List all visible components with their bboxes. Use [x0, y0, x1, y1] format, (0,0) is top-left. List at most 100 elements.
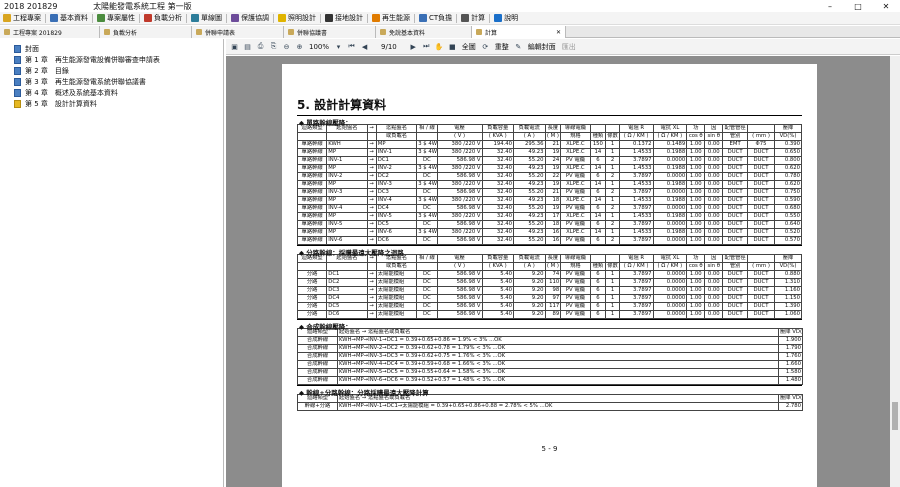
tab-basic-data[interactable]: 免說基本資料 — [376, 26, 472, 38]
prev-page-icon[interactable]: ◀ — [359, 41, 370, 52]
table-cell: 117 — [544, 302, 562, 311]
table-cell: 1.00 — [686, 172, 706, 181]
table-cell: 迴路類型 — [296, 254, 328, 263]
table-row: 單路幹線 INV-3 → DC3 DC 586.98 V 32.40 55.20 21 PV 電纜… — [296, 188, 802, 197]
menu-item[interactable]: 計算 — [458, 13, 488, 23]
table-cell: ( V ) — [436, 132, 483, 141]
zoom-in-icon[interactable]: ⊕ — [294, 41, 305, 52]
scroll-thumb[interactable] — [892, 402, 898, 430]
table-cell: DUCT — [747, 148, 775, 157]
table-cell: → — [366, 220, 377, 229]
menu-item[interactable]: CT負擔 — [416, 13, 455, 23]
table-cell: 太陽能模組 — [375, 302, 418, 311]
refresh-button[interactable]: 重整 — [495, 42, 509, 52]
table-cell: INV-4 — [326, 204, 368, 213]
table-cell: 1.00 — [686, 212, 706, 221]
table-cell: DC2 — [375, 172, 418, 181]
table-cell: DC — [416, 236, 438, 245]
refresh-icon[interactable]: ⟳ — [480, 41, 491, 52]
edit-icon[interactable]: ✎ — [513, 41, 524, 52]
menu-separator — [414, 13, 415, 23]
table-cell: 0.0000 — [652, 172, 688, 181]
menu-item[interactable]: 基本資料 — [47, 13, 91, 23]
table-cell: 0.570 — [774, 236, 802, 245]
menu-item[interactable]: 照明設計 — [275, 13, 319, 23]
table-row: 單路幹線 MP → INV-1 3 $ 4W 380 /220 V 32.40 49.23 19… — [296, 148, 802, 157]
menu-item-label: 保護協調 — [241, 14, 269, 22]
tree-item-cover[interactable]: 封面 — [0, 43, 223, 54]
zoom-level[interactable]: 100% — [309, 43, 329, 51]
tree-item-ch5[interactable]: 第 5 章 設計計算資料 — [0, 98, 223, 109]
menu-item[interactable]: 負載分析 — [141, 13, 185, 23]
edit-cover-button[interactable]: 編輯封面 — [528, 42, 556, 52]
menu-item[interactable]: 再生能源 — [369, 13, 413, 23]
vertical-scrollbar[interactable] — [890, 56, 900, 487]
table-cell: 3 $ 4W — [416, 148, 438, 157]
menu-separator — [139, 13, 140, 23]
table-cell: 55.20 — [513, 204, 546, 213]
table-cell: DC — [416, 302, 438, 311]
hand-tool-icon[interactable]: ✋ — [434, 41, 445, 52]
print-icon[interactable]: ⎙ — [255, 41, 266, 52]
save-icon[interactable]: ▣ — [229, 41, 240, 52]
table-cell: 49.23 — [513, 228, 546, 237]
close-window-button[interactable]: ✕ — [872, 0, 900, 12]
menu-item[interactable]: 接地設計 — [322, 13, 366, 23]
combined-table: 迴路類型起始盤名 → 迄點盤名或負載名壓降 VD(%)合成幹線KWH→MP→IN… — [297, 328, 803, 385]
table-cell: 19 — [544, 180, 562, 189]
menu-item[interactable]: 說明 — [491, 13, 521, 23]
tab-calculation[interactable]: 計算 ✕ — [472, 26, 566, 38]
tab-project[interactable]: 工程專案 201829 — [0, 26, 100, 38]
table-cell: 單路幹線 — [296, 236, 328, 245]
table-cell: EMT — [722, 140, 748, 149]
export-button[interactable]: 匯出 — [562, 42, 576, 52]
table-cell: 6 — [589, 172, 607, 181]
table-cell: 單路幹線 — [296, 180, 328, 189]
menu-separator — [456, 13, 458, 23]
menu-item[interactable]: 專案屬性 — [94, 13, 138, 23]
last-page-icon[interactable]: ⏭ — [421, 41, 432, 52]
menu-item[interactable]: 單線圖 — [188, 13, 225, 23]
table-cell — [296, 262, 328, 271]
menu-item[interactable]: 保護協調 — [228, 13, 272, 23]
table-cell: 導線電纜 — [560, 124, 591, 133]
table-cell: 0.0000 — [652, 204, 688, 213]
menu-item-label: 專案屬性 — [107, 14, 135, 22]
tree-item-ch4[interactable]: 第 4 章 概述及系統基本資料 — [0, 87, 223, 98]
open-icon[interactable]: ▤ — [242, 41, 253, 52]
first-page-icon[interactable]: ⏮ — [346, 41, 357, 52]
table-cell: KWH — [326, 140, 368, 149]
page-indicator[interactable]: 9/10 — [381, 43, 397, 51]
table-cell: 380 /220 V — [436, 148, 483, 157]
zoom-out-icon[interactable]: ⊖ — [281, 41, 292, 52]
tab-load-analysis[interactable]: 負載分析 — [100, 26, 192, 38]
tree-item-ch1[interactable]: 第 1 章 再生能源發電設備併聯審查申請表 — [0, 54, 223, 65]
table-row: 單路幹線 INV-4 → DC4 DC 586.98 V 32.40 55.20 19 PV 電纜… — [296, 204, 802, 213]
table-cell: 55.20 — [513, 172, 546, 181]
tab-grid-agreement[interactable]: 併聯協議書 — [284, 26, 376, 38]
chevron-down-icon[interactable]: ▾ — [333, 41, 344, 52]
maximize-button[interactable]: □ — [844, 0, 872, 12]
table-cell: 1.4533 — [618, 228, 654, 237]
table-cell: → — [366, 286, 377, 295]
tree-item-ch2[interactable]: 第 2 章 目錄 — [0, 65, 223, 76]
title-bar: 2018 201829 太陽能發電系統工程 第一版 – □ ✕ — [0, 0, 900, 12]
table-cell: PV 電纜 — [560, 156, 591, 165]
stop-icon[interactable]: ■ — [447, 41, 458, 52]
table-cell: 長度 — [544, 254, 562, 263]
table-cell: 規格 — [560, 132, 591, 141]
next-page-icon[interactable]: ▶ — [408, 41, 419, 52]
table-cell: 功 — [686, 254, 706, 263]
table-cell: INV-1 — [326, 156, 368, 165]
menu-item[interactable]: 工程專案 — [0, 13, 44, 23]
minimize-button[interactable]: – — [816, 0, 844, 12]
tab-grid-application[interactable]: 併聯申請表 — [192, 26, 284, 38]
table-cell: → — [366, 294, 377, 303]
tree-item-ch3[interactable]: 第 3 章 再生能源發電系統併聯協議書 — [0, 76, 223, 87]
table-cell: 1.480 — [778, 376, 803, 385]
fullscreen-button[interactable]: 全圖 — [462, 42, 476, 52]
table-cell: 32.40 — [481, 188, 514, 197]
close-tab-icon[interactable]: ✕ — [556, 29, 561, 36]
table-cell: 1.00 — [686, 188, 706, 197]
print-setup-icon[interactable]: ⎘ — [268, 41, 279, 52]
